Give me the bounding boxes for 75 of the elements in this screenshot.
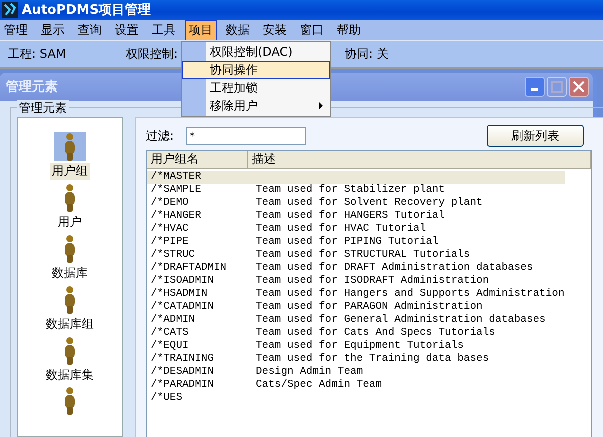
description-cell-text: Team used for ISODRAFT Administration bbox=[255, 275, 490, 288]
person-icon bbox=[64, 286, 76, 314]
element-label[interactable]: 用户组 bbox=[50, 163, 90, 180]
description-cell-text: Team used for STRUCTURAL Tutorials bbox=[255, 249, 472, 262]
element-label[interactable]: 数据库集 bbox=[44, 367, 96, 384]
description-cell-text: Team used for the Training data bases bbox=[255, 353, 490, 366]
group-name-cell[interactable]: /*PIPE bbox=[147, 236, 252, 249]
description-cell-text: Team used for HVAC Tutorial bbox=[255, 223, 428, 236]
window-title: AutoPDMS项目管理 bbox=[22, 2, 152, 19]
group-name-cell[interactable]: /*STRUC bbox=[147, 249, 252, 262]
person-icon bbox=[64, 184, 76, 212]
refresh-button[interactable]: 刷新列表 bbox=[486, 125, 584, 147]
person-icon bbox=[64, 234, 76, 262]
person-icon-tile[interactable] bbox=[54, 132, 86, 161]
group-name-cell[interactable]: /*SAMPLE bbox=[147, 184, 252, 197]
column-header[interactable]: 用户组名 bbox=[147, 151, 248, 168]
menu-item[interactable]: 工具 bbox=[148, 20, 180, 40]
element-label[interactable]: 数据库组 bbox=[44, 316, 96, 333]
group-name-cell[interactable]: /*EQUI bbox=[147, 340, 252, 353]
description-cell-text: Team used for HANGERS Tutorial bbox=[255, 210, 446, 223]
menu-item[interactable]: 窗口 bbox=[296, 20, 328, 40]
group-name-cell[interactable]: /*TRAINING bbox=[147, 353, 252, 366]
dropdown-item[interactable]: 移除用户 bbox=[182, 97, 330, 115]
description-cell-text: Team used for Cats And Specs Tutorials bbox=[255, 327, 496, 340]
person-icon bbox=[64, 132, 76, 160]
group-name-cell[interactable]: /*ISOADMIN bbox=[147, 275, 252, 288]
element-label[interactable]: 用户 bbox=[56, 214, 84, 231]
group-name-cell[interactable]: /*PARADMIN bbox=[147, 379, 252, 392]
person-icon bbox=[64, 336, 76, 364]
menu-item[interactable]: 项目 bbox=[185, 20, 217, 40]
description-cell-text: Team used for DRAFT Administration databases bbox=[255, 262, 534, 275]
element-label[interactable]: 数据库 bbox=[50, 265, 90, 282]
group-name-cell[interactable]: /*ADMIN bbox=[147, 314, 252, 327]
menu-item[interactable]: 数据 bbox=[222, 20, 254, 40]
filter-label: 过滤: bbox=[146, 128, 174, 144]
group-name-cell[interactable]: /*UES bbox=[147, 392, 252, 405]
menu-item[interactable]: 设置 bbox=[111, 20, 143, 40]
description-cell-text: Team used for PARAGON Administration bbox=[255, 301, 484, 314]
person-icon bbox=[64, 387, 76, 415]
filter-field[interactable]: * bbox=[186, 127, 306, 145]
menu-item[interactable]: 显示 bbox=[37, 20, 69, 40]
group-name-cell[interactable]: /*CATADMIN bbox=[147, 301, 252, 314]
app-icon bbox=[2, 2, 18, 18]
group-name-cell[interactable]: /*DEMO bbox=[147, 197, 252, 210]
dropdown-item[interactable]: 工程加锁 bbox=[182, 79, 330, 97]
description-cell-text: Team used for Equipment Tutorials bbox=[255, 340, 465, 353]
group-name-cell[interactable]: /*DRAFTADMIN bbox=[147, 262, 252, 275]
info-text: 协同: 关 bbox=[345, 46, 389, 62]
group-name-cell[interactable]: /*CATS bbox=[147, 327, 252, 340]
child-window-title: 管理元素 bbox=[6, 78, 58, 96]
group-name-cell[interactable]: /*HVAC bbox=[147, 223, 252, 236]
description-cell-text: Team used for General Administration databases bbox=[255, 314, 547, 327]
menu-item[interactable]: 管理 bbox=[0, 20, 32, 40]
group-name-cell[interactable]: /*DESADMIN bbox=[147, 366, 252, 379]
minimize-button[interactable] bbox=[525, 77, 545, 97]
group-name-cell[interactable]: /*HANGER bbox=[147, 210, 252, 223]
info-text: 工程: SAM bbox=[8, 46, 66, 62]
dropdown-item[interactable]: 协同操作 bbox=[182, 61, 330, 79]
close-button[interactable] bbox=[569, 77, 589, 97]
menu-item[interactable]: 帮助 bbox=[333, 20, 365, 40]
description-cell-text: Design Admin Team bbox=[255, 366, 364, 379]
group-title: 管理元素 bbox=[17, 100, 69, 117]
description-cell-text: Team used for PIPING Tutorial bbox=[255, 236, 440, 249]
description-cell-text: Team used for Hangers and Supports Administration bbox=[255, 288, 565, 301]
close-icon bbox=[573, 81, 585, 93]
maximize-icon bbox=[551, 81, 563, 93]
group-name-cell[interactable]: /*HSADMIN bbox=[147, 288, 252, 301]
description-cell-text: Team used for Stabilizer plant bbox=[255, 184, 446, 197]
column-header[interactable]: 描述 bbox=[248, 151, 591, 168]
description-cell-text: Cats/Spec Admin Team bbox=[255, 379, 384, 392]
menu-item[interactable]: 安装 bbox=[259, 20, 291, 40]
info-text: 权限控制: bbox=[126, 46, 178, 62]
dropdown-item[interactable]: 权限控制(DAC) bbox=[182, 43, 330, 61]
menu-item[interactable]: 查询 bbox=[74, 20, 106, 40]
description-cell-text: Team used for Solvent Recovery plant bbox=[255, 197, 484, 210]
